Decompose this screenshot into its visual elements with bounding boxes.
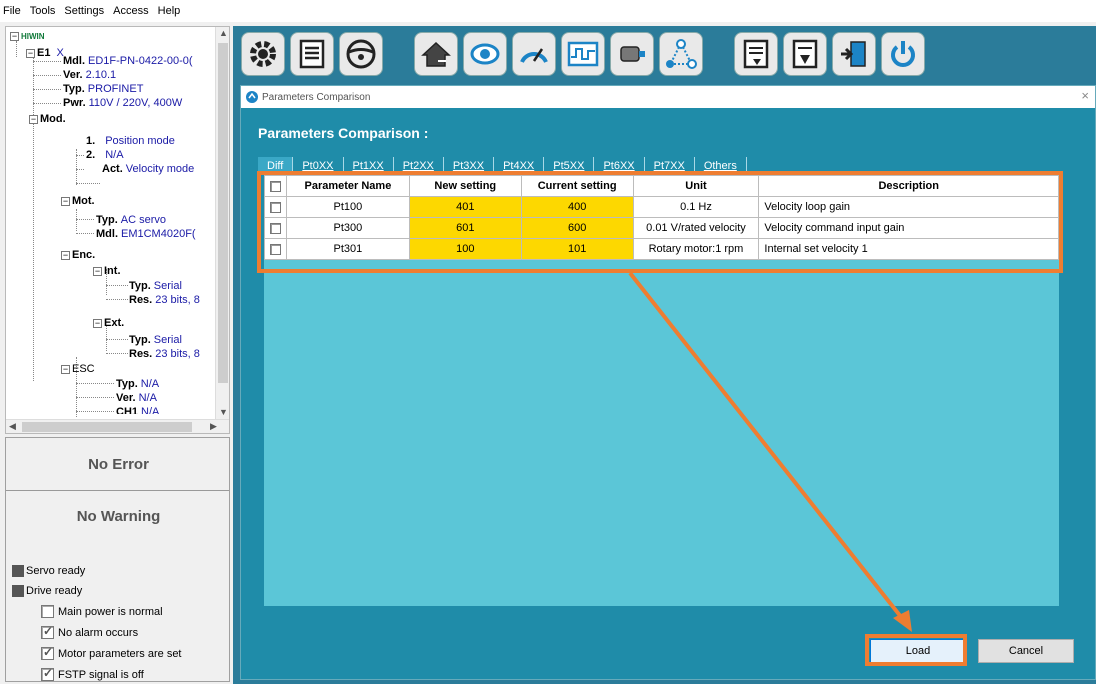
cancel-button[interactable]: Cancel xyxy=(978,639,1074,663)
tree-item-version[interactable]: Ver. 2.10.1 xyxy=(63,69,116,82)
collapse-icon[interactable]: − xyxy=(61,365,70,374)
tree-item-int-type[interactable]: Typ. Serial xyxy=(129,280,182,293)
tree-node-mod[interactable]: − Mod. xyxy=(29,113,69,126)
tree-node-int[interactable]: − Int. xyxy=(93,265,124,278)
tree-item-motor-type[interactable]: Typ. AC servo xyxy=(96,214,166,227)
document-edit-icon[interactable] xyxy=(290,32,334,76)
app-logo-icon xyxy=(246,91,258,103)
table-highlight-box xyxy=(257,171,1063,273)
collapse-icon[interactable]: − xyxy=(10,32,19,41)
drive-ready-indicator: Drive ready xyxy=(12,585,82,597)
tree-item-esc-version[interactable]: Ver. N/A xyxy=(116,392,157,405)
eye-monitor-icon[interactable] xyxy=(463,32,507,76)
param-doc-icon[interactable] xyxy=(734,32,778,76)
tree-vertical-scroll-thumb[interactable] xyxy=(218,43,228,383)
tree-item-type[interactable]: Typ. PROFINET xyxy=(63,83,143,96)
tree-node-e1[interactable]: − E1 X xyxy=(26,47,64,60)
collapse-icon[interactable]: − xyxy=(29,115,38,124)
tree-item-mode-2[interactable]: 2. N/A xyxy=(86,149,124,162)
scroll-down-icon[interactable]: ▼ xyxy=(219,407,228,417)
tree-horizontal-scrollbar[interactable]: ◀ ▶ xyxy=(6,419,229,433)
dialog-heading: Parameters Comparison : xyxy=(258,125,429,141)
collapse-icon[interactable]: − xyxy=(93,319,102,328)
checkbox-checked xyxy=(41,624,54,639)
status-divider xyxy=(6,490,229,491)
collapse-icon[interactable]: − xyxy=(93,267,102,276)
error-status: No Error xyxy=(88,456,149,473)
collapse-icon[interactable]: − xyxy=(61,197,70,206)
scope-waveform-icon[interactable] xyxy=(561,32,605,76)
tree-node-esc[interactable]: − ESC xyxy=(61,363,98,376)
tree-item-model[interactable]: Mdl. ED1F-PN-0422-00-0( xyxy=(63,55,193,68)
check-no-alarm: No alarm occurs xyxy=(41,624,138,639)
tree-item-power[interactable]: Pwr. 110V / 220V, 400W xyxy=(63,97,182,110)
tree-node-ext[interactable]: − Ext. xyxy=(93,317,127,330)
check-motor-params: Motor parameters are set xyxy=(41,645,182,660)
menu-settings[interactable]: Settings xyxy=(64,5,104,17)
menu-tools[interactable]: Tools xyxy=(30,5,56,17)
tree-horizontal-scroll-thumb[interactable] xyxy=(22,422,192,432)
status-panel: No Error No Warning Servo ready Drive re… xyxy=(5,437,230,682)
collapse-icon[interactable]: − xyxy=(26,49,35,58)
collapse-icon[interactable]: − xyxy=(61,251,70,260)
network-icon[interactable] xyxy=(659,32,703,76)
close-icon[interactable]: × xyxy=(1081,88,1089,103)
motor-tuning-icon[interactable] xyxy=(610,32,654,76)
status-square-icon xyxy=(12,565,24,577)
servo-ready-indicator: Servo ready xyxy=(12,565,85,577)
scroll-right-icon[interactable]: ▶ xyxy=(210,421,217,432)
dialog-title-bar: Parameters Comparison × xyxy=(241,86,1095,108)
power-icon[interactable] xyxy=(881,32,925,76)
tree-node-enc[interactable]: − Enc. xyxy=(61,249,98,262)
load-highlight-box xyxy=(865,634,967,666)
checkbox xyxy=(41,605,54,618)
chip-import-icon[interactable] xyxy=(832,32,876,76)
check-fstp: FSTP signal is off xyxy=(41,666,144,681)
tree-item-esc-ch1[interactable]: CH1 N/A xyxy=(116,406,159,414)
status-square-icon xyxy=(12,585,24,597)
scroll-left-icon[interactable]: ◀ xyxy=(9,421,16,432)
checkbox-checked xyxy=(41,645,54,660)
tree-item-mode-act[interactable]: Act. Velocity mode xyxy=(102,163,194,176)
dialog-window-title: Parameters Comparison xyxy=(262,91,371,103)
tree-item-ext-res[interactable]: Res. 23 bits, 8 xyxy=(129,348,200,361)
home-icon[interactable] xyxy=(414,32,458,76)
settings-gear-icon[interactable] xyxy=(241,32,285,76)
scroll-up-icon[interactable]: ▲ xyxy=(219,28,228,38)
check-main-power: Main power is normal xyxy=(41,605,163,618)
tree-item-ext-type[interactable]: Typ. Serial xyxy=(129,334,182,347)
tree-root[interactable]: − HIWIN xyxy=(10,30,45,43)
tree-item-esc-type[interactable]: Typ. N/A xyxy=(116,378,159,391)
menu-bar: File Tools Settings Access Help xyxy=(0,0,1096,22)
menu-file[interactable]: File xyxy=(3,5,21,17)
checkbox-checked xyxy=(41,666,54,681)
device-tree[interactable]: − HIWIN − E1 X Mdl. ED1F-PN-0422-00-0( Ver.… xyxy=(5,26,230,434)
app-window: File Tools Settings Access Help − HIWIN −… xyxy=(0,0,1096,684)
tree-item-int-res[interactable]: Res. 23 bits, 8 xyxy=(129,294,200,307)
tree-node-mot[interactable]: − Mot. xyxy=(61,195,98,208)
gauge-icon[interactable] xyxy=(512,32,556,76)
menu-help[interactable]: Help xyxy=(158,5,181,17)
tree-item-mode-1[interactable]: 1. Position mode xyxy=(86,135,175,148)
warning-status: No Warning xyxy=(76,508,161,525)
steering-wheel-icon[interactable] xyxy=(339,32,383,76)
tree-item-motor-model[interactable]: Mdl. EM1CM4020F( xyxy=(96,228,196,241)
tree-vertical-scrollbar[interactable]: ▲ ▼ xyxy=(215,27,229,420)
menu-access[interactable]: Access xyxy=(113,5,148,17)
param-export-icon[interactable] xyxy=(783,32,827,76)
